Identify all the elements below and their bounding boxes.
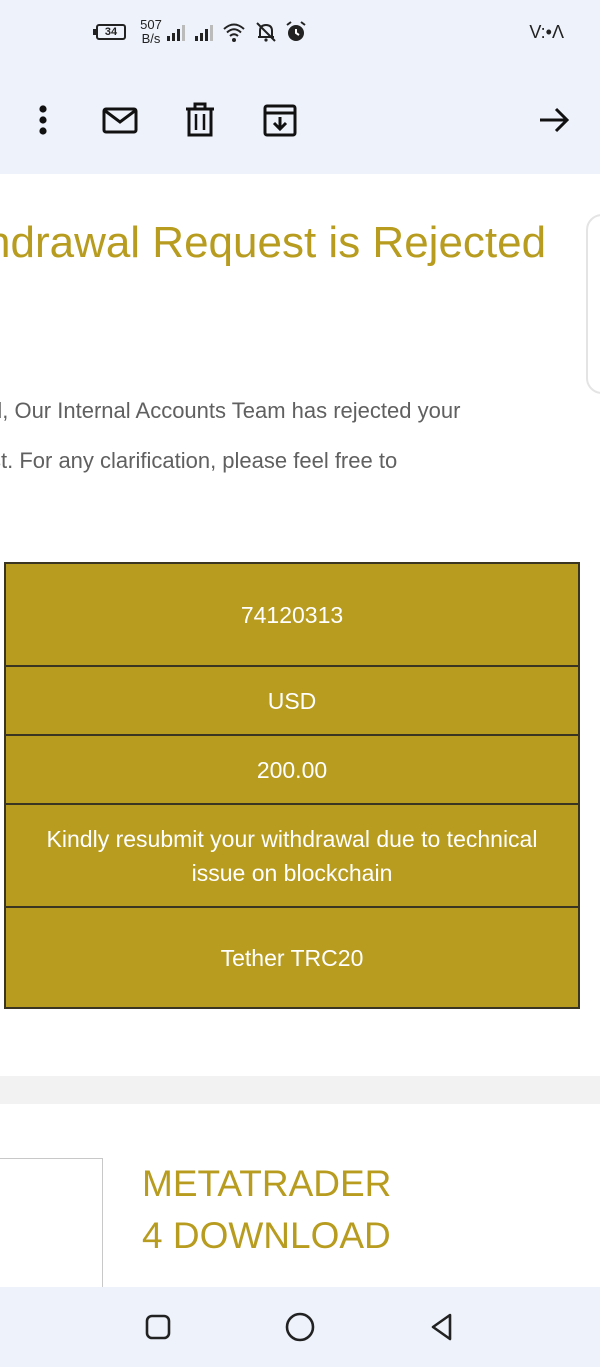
forward-arrow-icon [540,107,570,133]
delete-button[interactable] [180,100,220,140]
trash-icon [186,102,214,137]
table-cell-account: 74120313 [4,562,580,665]
recent-apps-button[interactable] [142,1311,174,1343]
mark-unread-button[interactable] [100,100,140,140]
wifi-icon [223,23,245,42]
side-scroll-tab[interactable] [586,214,600,394]
archive-button[interactable] [260,100,300,140]
metatrader-download-link[interactable]: METATRADER 4 DOWNLOAD [142,1158,391,1262]
email-headline: ndrawal Request is Rejected t [0,218,547,267]
banner-image-frame[interactable] [0,1158,103,1287]
next-email-button[interactable] [534,100,574,140]
archive-icon [263,104,297,137]
details-table: 74120313 USD 200.00 Kindly resubmit your… [4,562,580,1009]
mail-icon [102,107,138,134]
square-icon [145,1314,171,1340]
table-cell-reason: Kindly resubmit your withdrawal due to t… [4,803,580,906]
table-cell-currency: USD [4,665,580,734]
battery-icon: 34 [93,24,126,40]
email-toolbar [0,64,600,174]
notifications-off-icon [256,22,276,42]
status-bar: 34 507 B/s V:•Λ [0,0,600,64]
status-clock: V:•Λ [529,22,564,42]
system-nav-bar [0,1287,600,1367]
battery-level: 34 [104,26,118,38]
circle-icon [285,1312,315,1342]
back-button[interactable] [426,1311,458,1343]
email-content[interactable]: ndrawal Request is Rejected t d, Our Int… [0,174,600,1287]
alarm-icon [286,21,306,41]
home-button[interactable] [284,1311,316,1343]
more-vert-icon [39,105,47,135]
more-options-button[interactable] [23,100,63,140]
triangle-back-icon [431,1313,452,1341]
network-speed: 507 B/s [140,17,162,46]
section-divider [0,1076,600,1104]
table-cell-method: Tether TRC20 [4,906,580,1009]
signal-strength-icon [167,25,185,41]
signal-strength-icon [195,25,213,41]
email-body-text: d, Our Internal Accounts Team has reject… [0,398,461,473]
table-cell-amount: 200.00 [4,734,580,803]
